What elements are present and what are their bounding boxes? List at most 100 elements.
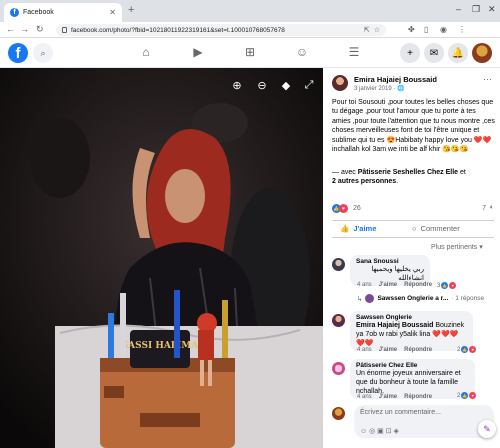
comment-text: Un énorme joyeux anniversaire et que du …: [356, 370, 461, 395]
comment-mention[interactable]: Emira Hajaiej Boussaid: [356, 322, 433, 329]
maximize-icon[interactable]: ❐: [472, 4, 480, 15]
marketplace-icon[interactable]: ⊞: [242, 44, 258, 60]
like-reaction-icon: 👍: [461, 392, 469, 399]
commenter-avatar[interactable]: [332, 314, 345, 327]
post-tagged: — avec Pâtisserie Seshelles Chez Elle et…: [332, 169, 466, 186]
browser-menu-icon[interactable]: ⋮: [458, 25, 466, 34]
back-icon[interactable]: ←: [6, 24, 15, 34]
search-icon[interactable]: ⌕: [33, 43, 53, 63]
reply-avatar: [365, 294, 375, 303]
comment-text: ربي يخليها ويحميها انشاءالله: [371, 266, 424, 282]
address-bar: ← → ↻ facebook.com/photo/?fbid=102180119…: [0, 22, 500, 38]
author-avatar[interactable]: [332, 75, 348, 91]
tab-title: Facebook: [23, 9, 54, 16]
url-field[interactable]: facebook.com/photo/?fbid=102180119223191…: [56, 24, 386, 36]
cake-text: SASSI HALIMA: [122, 341, 200, 351]
comment-time[interactable]: 4 ans: [357, 394, 372, 400]
reaction-count[interactable]: 26: [353, 205, 361, 212]
tag-icon[interactable]: ◆: [279, 78, 293, 92]
comment-reply-link[interactable]: Répondre: [404, 394, 432, 400]
comment-count[interactable]: 7: [482, 205, 486, 212]
reply-preview[interactable]: ↳ Sawssen Onglerie a r... · 1 réponse: [357, 294, 484, 303]
my-avatar[interactable]: [332, 407, 345, 420]
side-panel-icon[interactable]: ▯: [424, 25, 428, 34]
messenger-icon[interactable]: ✉: [424, 43, 444, 63]
photo-viewer: SASSI HALIMA ⊕ ⊖ ◆ ⤢: [0, 68, 323, 448]
close-tab-icon[interactable]: ✕: [109, 8, 116, 17]
comment-meta: 4 ans J'aime Répondre: [357, 347, 432, 353]
zoom-out-icon[interactable]: ⊖: [255, 78, 269, 92]
comment-author[interactable]: Sawssen Onglerie: [356, 314, 467, 321]
comment-reactions[interactable]: 2 👍 ♥: [457, 346, 477, 353]
comment-reply-link[interactable]: Répondre: [404, 282, 432, 288]
comment-placeholder: Écrivez un commentaire...: [360, 409, 441, 416]
account-avatar[interactable]: [472, 43, 492, 63]
commenter-avatar[interactable]: [332, 362, 345, 375]
profile-icon[interactable]: ◉: [440, 25, 447, 34]
comment-author[interactable]: Pâtisserie Chez Elle: [356, 362, 469, 369]
post-side-panel: Emira Hajaiej Boussaid 3 janvier 2019 · …: [323, 68, 500, 448]
close-window-icon[interactable]: ✕: [488, 4, 496, 15]
comment-meta: 4 ans J'aime Répondre: [357, 282, 432, 288]
browser-tab[interactable]: f Facebook ✕: [4, 3, 122, 22]
party-photo: SASSI HALIMA: [0, 68, 323, 448]
comment-reactions[interactable]: 2 👍 ♥: [457, 392, 477, 399]
minimize-icon[interactable]: –: [456, 4, 461, 14]
notifications-icon[interactable]: 🔔: [448, 43, 468, 63]
comment-bubble: Sawssen Onglerie Emira Hajaiej Boussaid …: [350, 311, 473, 351]
new-message-icon[interactable]: ✎: [478, 420, 496, 438]
more-options-icon[interactable]: ···: [483, 74, 492, 84]
reaction-summary[interactable]: 👍 ♥ 26 7 ◐: [332, 204, 494, 214]
comment-meta: 4 ans J'aime Répondre: [357, 394, 432, 400]
tagged-others-link[interactable]: 2 autres personnes: [332, 178, 396, 185]
commenter-avatar[interactable]: [332, 258, 345, 271]
forward-icon[interactable]: →: [20, 24, 29, 34]
comment-reply-link[interactable]: Répondre: [404, 347, 432, 353]
comment-bubble-icon: ◐: [489, 204, 494, 211]
browser-tab-bar: f Facebook ✕ + – ❐ ✕: [0, 0, 500, 22]
comment-button[interactable]: ○ Commenter: [412, 224, 460, 233]
bookmark-star-icon[interactable]: ☆: [374, 26, 380, 34]
composer-tools-icon[interactable]: ☺ ◎ ▣ ⊡ ◈: [360, 427, 399, 435]
facebook-header: f ⌕ ⌂ ▶ ⊞ ☺ ☰ + ✉ 🔔: [0, 38, 500, 68]
post-date[interactable]: 3 janvier 2019 · 🌐: [354, 85, 405, 92]
comment-author[interactable]: Sana Snoussi: [356, 258, 424, 265]
url-text: facebook.com/photo/?fbid=102180119223191…: [71, 26, 285, 34]
tagged-page-link[interactable]: Pâtisserie Seshelles Chez Elle: [358, 169, 458, 176]
comment-text: Emira Hajaiej Boussaid Bouzinek ya 7ob w…: [356, 322, 465, 347]
zoom-in-icon[interactable]: ⊕: [230, 78, 244, 92]
love-reaction-icon: ♥: [469, 392, 477, 399]
comment-time[interactable]: 4 ans: [357, 282, 372, 288]
post-author[interactable]: Emira Hajaiej Boussaid: [354, 75, 437, 84]
groups-icon[interactable]: ☺: [294, 44, 310, 60]
comment-icon: ○: [412, 224, 417, 233]
new-tab-icon[interactable]: +: [128, 4, 134, 16]
reload-icon[interactable]: ↻: [36, 24, 44, 35]
lock-icon: [62, 27, 67, 33]
like-button[interactable]: 👍 J'aime: [340, 224, 376, 233]
home-icon[interactable]: ⌂: [138, 44, 154, 60]
comment-time[interactable]: 4 ans: [357, 347, 372, 353]
thumbs-up-icon: 👍: [340, 224, 350, 233]
extensions-icon[interactable]: ✤: [408, 25, 415, 34]
comment-sort-dropdown[interactable]: Plus pertinents ▾: [431, 243, 483, 251]
facebook-favicon-icon: f: [10, 8, 19, 17]
with-prefix: — avec: [332, 169, 356, 176]
love-reaction-icon: ♥: [469, 346, 477, 353]
reply-arrow-icon: ↳: [357, 295, 363, 303]
comment-like-link[interactable]: J'aime: [379, 347, 397, 353]
love-reaction-icon: ♥: [339, 204, 348, 213]
menu-icon[interactable]: ☰: [346, 44, 362, 60]
comment-reactions[interactable]: 3 👍 ♥: [437, 282, 457, 289]
comment-like-link[interactable]: J'aime: [379, 394, 397, 400]
create-icon[interactable]: +: [400, 43, 420, 63]
comment-like-link[interactable]: J'aime: [379, 282, 397, 288]
post-caption: Pour toi Sousouti ,pour toutes les belle…: [332, 99, 495, 154]
watch-icon[interactable]: ▶: [190, 44, 206, 60]
fullscreen-icon[interactable]: ⤢: [302, 78, 316, 92]
comment-input[interactable]: Écrivez un commentaire... ☺ ◎ ▣ ⊡ ◈: [354, 405, 494, 438]
love-reaction-icon: ♥: [449, 282, 457, 289]
share-icon[interactable]: ⇱: [364, 26, 370, 34]
like-reaction-icon: 👍: [461, 346, 469, 353]
facebook-logo[interactable]: f: [8, 43, 28, 63]
